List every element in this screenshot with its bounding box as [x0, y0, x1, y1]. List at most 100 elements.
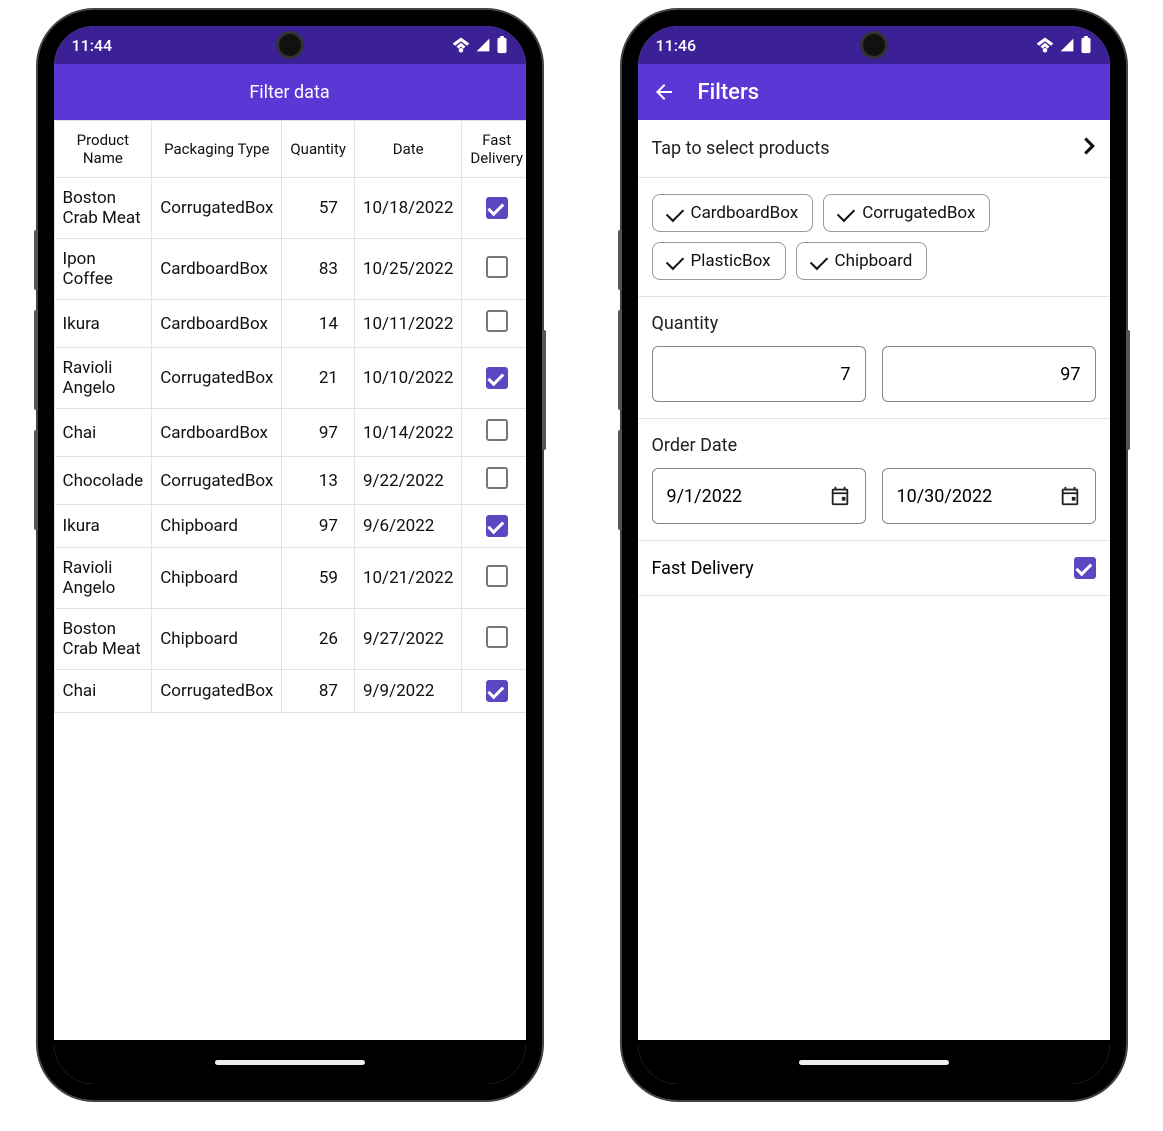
- table-row[interactable]: ChaiCorrugatedBox879/9/2022: [54, 670, 526, 713]
- cell-product: Chocolade: [54, 457, 152, 505]
- table-row[interactable]: IkuraCardboardBox1410/11/2022: [54, 300, 526, 348]
- cell-date: 9/27/2022: [354, 609, 461, 670]
- fast-delivery-checkbox[interactable]: [486, 680, 508, 702]
- nav-bar: [54, 1040, 526, 1084]
- fast-delivery-checkbox[interactable]: [486, 197, 508, 219]
- cell-product: Ipon Coffee: [54, 239, 152, 300]
- cell-date: 9/9/2022: [354, 670, 461, 713]
- app-bar: Filter data: [54, 64, 526, 120]
- cell-fast-delivery: [462, 178, 526, 239]
- cell-product: Ikura: [54, 505, 152, 548]
- date-from-input[interactable]: 9/1/2022: [652, 468, 866, 524]
- column-header[interactable]: Quantity: [282, 121, 355, 178]
- fast-delivery-checkbox[interactable]: [486, 515, 508, 537]
- nav-bar: [638, 1040, 1110, 1084]
- cell-fast-delivery: [462, 348, 526, 409]
- status-time: 11:44: [72, 36, 452, 55]
- fast-delivery-checkbox[interactable]: [486, 467, 508, 489]
- date-to-input[interactable]: 10/30/2022: [882, 468, 1096, 524]
- cell-packaging: CardboardBox: [152, 239, 282, 300]
- check-icon: [837, 204, 855, 222]
- quantity-max-input[interactable]: 97: [882, 346, 1096, 402]
- chip-plasticbox[interactable]: PlasticBox: [652, 242, 786, 280]
- cell-packaging: CorrugatedBox: [152, 457, 282, 505]
- packaging-chips: CardboardBoxCorrugatedBox PlasticBox Chipb…: [652, 194, 1096, 280]
- cell-product: Ravioli Angelo: [54, 548, 152, 609]
- column-header[interactable]: Product Name: [54, 121, 152, 178]
- fast-delivery-checkbox[interactable]: [486, 626, 508, 648]
- cell-product: Boston Crab Meat: [54, 609, 152, 670]
- cell-packaging: CardboardBox: [152, 409, 282, 457]
- check-icon: [809, 252, 827, 270]
- data-grid-container[interactable]: Product NamePackaging TypeQuantityDateFa…: [54, 120, 526, 1040]
- cell-product: Boston Crab Meat: [54, 178, 152, 239]
- cell-fast-delivery: [462, 505, 526, 548]
- camera-notch: [863, 34, 885, 56]
- back-icon[interactable]: [652, 80, 676, 104]
- chip-corrugatedbox[interactable]: CorrugatedBox: [823, 194, 990, 232]
- fast-delivery-checkbox[interactable]: [486, 419, 508, 441]
- cell-product: Chai: [54, 409, 152, 457]
- fast-delivery-checkbox[interactable]: [486, 565, 508, 587]
- cell-date: 10/18/2022: [354, 178, 461, 239]
- calendar-icon: [1059, 485, 1081, 507]
- table-row[interactable]: ChaiCardboardBox9710/14/2022: [54, 409, 526, 457]
- camera-notch: [279, 34, 301, 56]
- quantity-min-input[interactable]: 7: [652, 346, 866, 402]
- fast-delivery-checkbox[interactable]: [1074, 557, 1096, 579]
- appbar-title: Filter data: [249, 82, 329, 103]
- app-bar: Filters: [638, 64, 1110, 120]
- select-products-label: Tap to select products: [652, 138, 830, 159]
- cell-packaging: CorrugatedBox: [152, 670, 282, 713]
- chevron-right-icon: [1082, 136, 1096, 161]
- cell-fast-delivery: [462, 457, 526, 505]
- cell-quantity: 97: [282, 409, 355, 457]
- fast-delivery-checkbox[interactable]: [486, 310, 508, 332]
- cell-date: 10/11/2022: [354, 300, 461, 348]
- table-row[interactable]: Ravioli AngeloCorrugatedBox2110/10/2022: [54, 348, 526, 409]
- cell-packaging: Chipboard: [152, 548, 282, 609]
- chip-cardboardbox[interactable]: CardboardBox: [652, 194, 814, 232]
- column-header[interactable]: Packaging Type: [152, 121, 282, 178]
- cell-fast-delivery: [462, 300, 526, 348]
- cell-date: 10/14/2022: [354, 409, 461, 457]
- fast-delivery-checkbox[interactable]: [486, 367, 508, 389]
- cell-quantity: 59: [282, 548, 355, 609]
- table-row[interactable]: Ipon CoffeeCardboardBox8310/25/2022: [54, 239, 526, 300]
- check-icon: [665, 204, 683, 222]
- status-icons: [452, 36, 508, 54]
- column-header[interactable]: Fast Delivery: [462, 121, 526, 178]
- table-row[interactable]: Boston Crab MeatCorrugatedBox5710/18/202…: [54, 178, 526, 239]
- cell-product: Chai: [54, 670, 152, 713]
- status-icons: [1036, 36, 1092, 54]
- cell-quantity: 14: [282, 300, 355, 348]
- cell-packaging: CorrugatedBox: [152, 348, 282, 409]
- column-header[interactable]: Date: [354, 121, 461, 178]
- quantity-label: Quantity: [652, 313, 1096, 334]
- select-products-row[interactable]: Tap to select products: [652, 136, 1096, 161]
- table-row[interactable]: ChocoladeCorrugatedBox139/22/2022: [54, 457, 526, 505]
- cell-date: 10/10/2022: [354, 348, 461, 409]
- cell-quantity: 97: [282, 505, 355, 548]
- cell-date: 9/22/2022: [354, 457, 461, 505]
- table-row[interactable]: IkuraChipboard979/6/2022: [54, 505, 526, 548]
- cell-quantity: 21: [282, 348, 355, 409]
- cell-packaging: Chipboard: [152, 609, 282, 670]
- cell-quantity: 87: [282, 670, 355, 713]
- chip-chipboard[interactable]: Chipboard: [796, 242, 928, 280]
- cell-fast-delivery: [462, 548, 526, 609]
- cell-product: Ravioli Angelo: [54, 348, 152, 409]
- data-grid: Product NamePackaging TypeQuantityDateFa…: [54, 120, 526, 713]
- cell-date: 10/21/2022: [354, 548, 461, 609]
- cell-packaging: Chipboard: [152, 505, 282, 548]
- cell-quantity: 83: [282, 239, 355, 300]
- cell-date: 9/6/2022: [354, 505, 461, 548]
- cell-packaging: CorrugatedBox: [152, 178, 282, 239]
- table-row[interactable]: Boston Crab MeatChipboard269/27/2022: [54, 609, 526, 670]
- cell-quantity: 26: [282, 609, 355, 670]
- fast-delivery-checkbox[interactable]: [486, 256, 508, 278]
- check-icon: [665, 252, 683, 270]
- cell-quantity: 57: [282, 178, 355, 239]
- phone-left: 11:44 Filter data Product NamePackaging …: [38, 10, 542, 1100]
- table-row[interactable]: Ravioli AngeloChipboard5910/21/2022: [54, 548, 526, 609]
